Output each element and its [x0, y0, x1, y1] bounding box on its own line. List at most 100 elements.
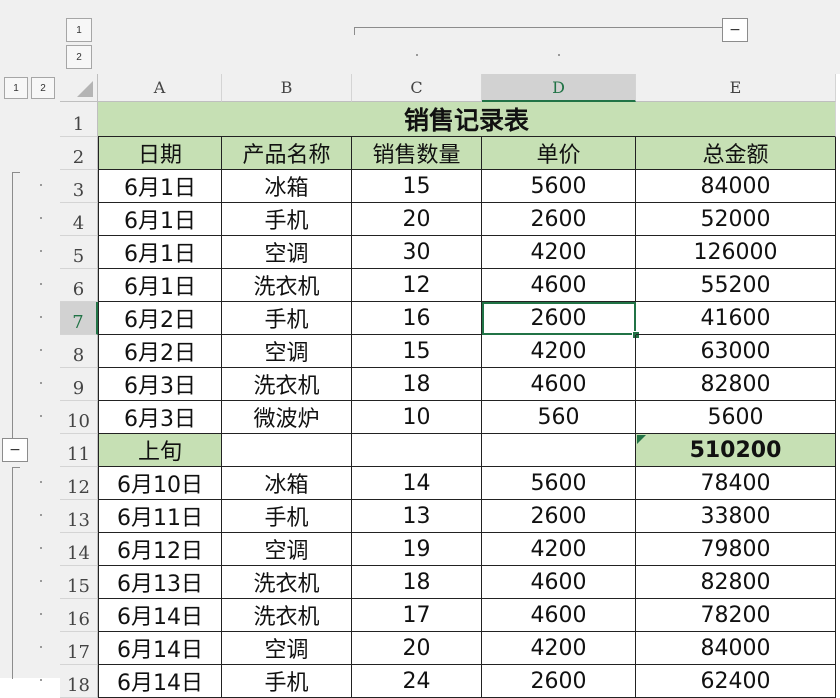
- cell-c13[interactable]: 13: [352, 500, 482, 533]
- cell-e5[interactable]: 126000: [636, 236, 836, 269]
- cell-b10[interactable]: 微波炉: [222, 401, 352, 434]
- row-header-14[interactable]: 14: [60, 533, 98, 566]
- cell-a17[interactable]: 6月14日: [98, 632, 222, 665]
- cell-e14[interactable]: 79800: [636, 533, 836, 566]
- cell-c10[interactable]: 10: [352, 401, 482, 434]
- cell-c9[interactable]: 18: [352, 368, 482, 401]
- row-header-8[interactable]: 8: [60, 335, 98, 368]
- cell-c14[interactable]: 19: [352, 533, 482, 566]
- row-level-1-button[interactable]: 1: [4, 77, 28, 99]
- cell-b11[interactable]: [222, 434, 352, 467]
- cell-e17[interactable]: 84000: [636, 632, 836, 665]
- column-header-a[interactable]: A: [98, 74, 222, 102]
- cell-d18[interactable]: 2600: [482, 665, 636, 698]
- row-header-7[interactable]: 7: [60, 302, 98, 335]
- row-header-1[interactable]: 1: [60, 102, 98, 137]
- cell-d17[interactable]: 4200: [482, 632, 636, 665]
- cell-d5[interactable]: 4200: [482, 236, 636, 269]
- cell-e7[interactable]: 41600: [636, 302, 836, 335]
- cell-d3[interactable]: 5600: [482, 170, 636, 203]
- cell-a3[interactable]: 6月1日: [98, 170, 222, 203]
- cell-b4[interactable]: 手机: [222, 203, 352, 236]
- row-level-2-button[interactable]: 2: [31, 77, 55, 99]
- cell-d13[interactable]: 2600: [482, 500, 636, 533]
- cell-b18[interactable]: 手机: [222, 665, 352, 698]
- cell-b3[interactable]: 冰箱: [222, 170, 352, 203]
- cell-a18[interactable]: 6月14日: [98, 665, 222, 698]
- cell-b6[interactable]: 洗衣机: [222, 269, 352, 302]
- cell-b12[interactable]: 冰箱: [222, 467, 352, 500]
- row-header-11[interactable]: 11: [60, 434, 98, 467]
- header-cell-c2[interactable]: 销售数量: [352, 137, 482, 170]
- cell-b17[interactable]: 空调: [222, 632, 352, 665]
- header-cell-e2[interactable]: 总金额: [636, 137, 836, 170]
- cell-a11[interactable]: 上旬: [98, 434, 222, 467]
- column-level-2-button[interactable]: 2: [66, 45, 92, 69]
- column-header-c[interactable]: C: [352, 74, 482, 102]
- column-header-b[interactable]: B: [222, 74, 352, 102]
- cell-b5[interactable]: 空调: [222, 236, 352, 269]
- cell-a6[interactable]: 6月1日: [98, 269, 222, 302]
- cell-c17[interactable]: 20: [352, 632, 482, 665]
- row-header-17[interactable]: 17: [60, 632, 98, 665]
- row-header-15[interactable]: 15: [60, 566, 98, 599]
- row-header-5[interactable]: 5: [60, 236, 98, 269]
- cell-d4[interactable]: 2600: [482, 203, 636, 236]
- row-header-4[interactable]: 4: [60, 203, 98, 236]
- cell-c18[interactable]: 24: [352, 665, 482, 698]
- column-header-e[interactable]: E: [636, 74, 836, 102]
- header-cell-a2[interactable]: 日期: [98, 137, 222, 170]
- cell-a15[interactable]: 6月13日: [98, 566, 222, 599]
- cell-a8[interactable]: 6月2日: [98, 335, 222, 368]
- row-header-13[interactable]: 13: [60, 500, 98, 533]
- cell-d15[interactable]: 4600: [482, 566, 636, 599]
- row-header-6[interactable]: 6: [60, 269, 98, 302]
- cell-e11[interactable]: 510200: [636, 434, 836, 467]
- cell-c6[interactable]: 12: [352, 269, 482, 302]
- cell-d6[interactable]: 4600: [482, 269, 636, 302]
- cell-e6[interactable]: 55200: [636, 269, 836, 302]
- header-cell-d2[interactable]: 单价: [482, 137, 636, 170]
- cell-a16[interactable]: 6月14日: [98, 599, 222, 632]
- row-header-16[interactable]: 16: [60, 599, 98, 632]
- cell-e8[interactable]: 63000: [636, 335, 836, 368]
- row-group-collapse-button[interactable]: −: [2, 438, 28, 462]
- cell-b13[interactable]: 手机: [222, 500, 352, 533]
- cell-e10[interactable]: 5600: [636, 401, 836, 434]
- cell-c8[interactable]: 15: [352, 335, 482, 368]
- cell-e12[interactable]: 78400: [636, 467, 836, 500]
- cell-b16[interactable]: 洗衣机: [222, 599, 352, 632]
- cell-c15[interactable]: 18: [352, 566, 482, 599]
- cell-b15[interactable]: 洗衣机: [222, 566, 352, 599]
- cell-b7[interactable]: 手机: [222, 302, 352, 335]
- cell-a5[interactable]: 6月1日: [98, 236, 222, 269]
- cell-c4[interactable]: 20: [352, 203, 482, 236]
- cell-c16[interactable]: 17: [352, 599, 482, 632]
- cell-a4[interactable]: 6月1日: [98, 203, 222, 236]
- cell-d8[interactable]: 4200: [482, 335, 636, 368]
- column-level-1-button[interactable]: 1: [66, 18, 92, 42]
- cell-c12[interactable]: 14: [352, 467, 482, 500]
- cell-d9[interactable]: 4600: [482, 368, 636, 401]
- cell-e13[interactable]: 33800: [636, 500, 836, 533]
- cell-d12[interactable]: 5600: [482, 467, 636, 500]
- cell-d10[interactable]: 560: [482, 401, 636, 434]
- row-header-18[interactable]: 18: [60, 665, 98, 698]
- cell-c5[interactable]: 30: [352, 236, 482, 269]
- cell-c11[interactable]: [352, 434, 482, 467]
- cell-a13[interactable]: 6月11日: [98, 500, 222, 533]
- cell-d16[interactable]: 4600: [482, 599, 636, 632]
- cell-d14[interactable]: 4200: [482, 533, 636, 566]
- cell-d7[interactable]: 2600: [482, 302, 636, 335]
- cell-c3[interactable]: 15: [352, 170, 482, 203]
- row-header-12[interactable]: 12: [60, 467, 98, 500]
- cell-a7[interactable]: 6月2日: [98, 302, 222, 335]
- row-header-10[interactable]: 10: [60, 401, 98, 434]
- cell-c7[interactable]: 16: [352, 302, 482, 335]
- cell-a12[interactable]: 6月10日: [98, 467, 222, 500]
- cell-b9[interactable]: 洗衣机: [222, 368, 352, 401]
- row-header-3[interactable]: 3: [60, 170, 98, 203]
- row-header-9[interactable]: 9: [60, 368, 98, 401]
- cell-b8[interactable]: 空调: [222, 335, 352, 368]
- column-header-d[interactable]: D: [482, 74, 636, 102]
